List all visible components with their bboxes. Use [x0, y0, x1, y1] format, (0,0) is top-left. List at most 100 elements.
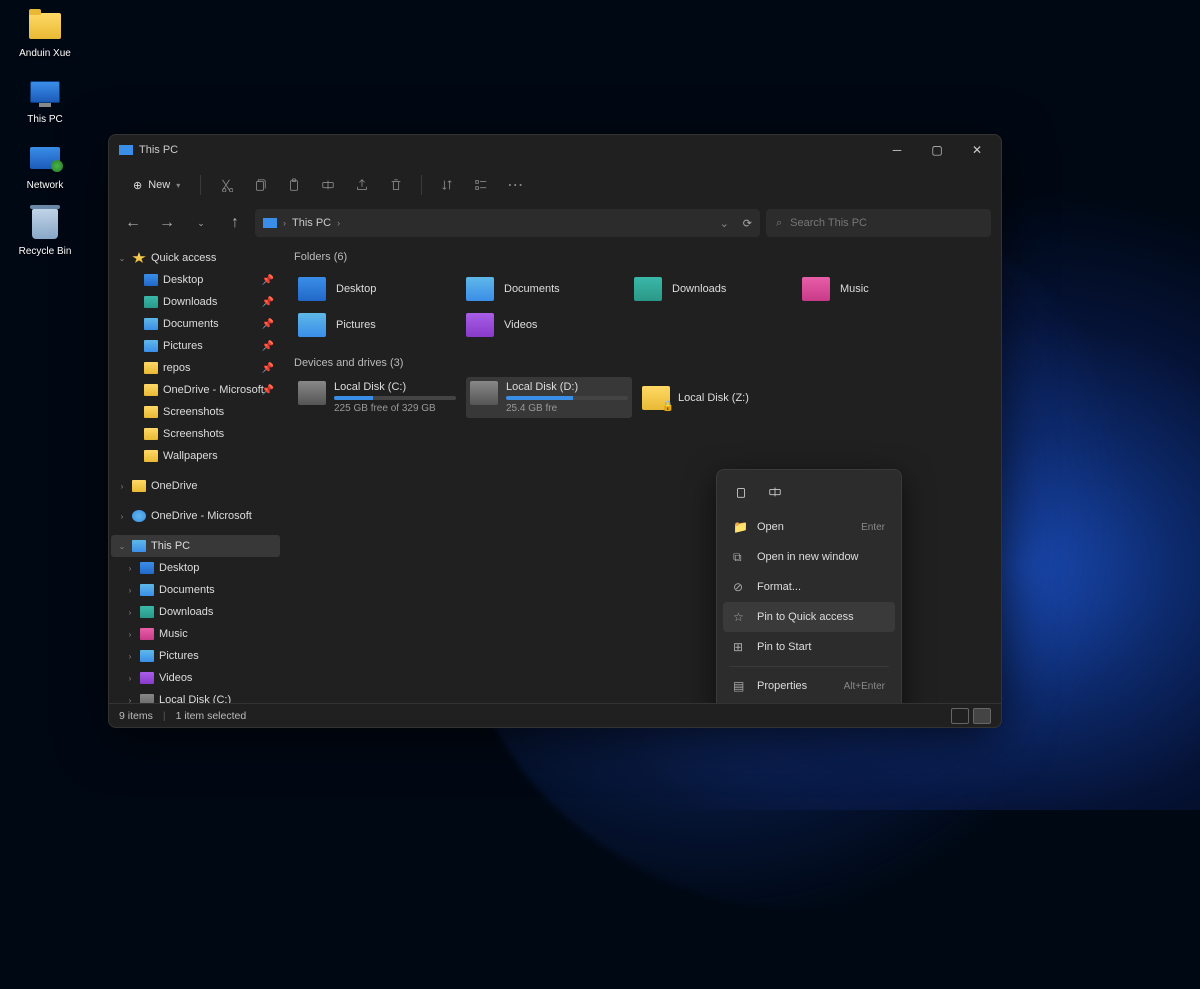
shortcut: Alt+Enter	[844, 681, 885, 692]
sidebar-item[interactable]: ›Documents	[111, 579, 280, 601]
context-menu-item[interactable]: ⧉Open in new window	[723, 542, 895, 572]
sidebar-label: Downloads	[159, 606, 213, 618]
context-menu-item[interactable]: ⊞Pin to Start	[723, 632, 895, 662]
up-button[interactable]: ↑	[221, 209, 249, 237]
view-button[interactable]	[466, 170, 496, 200]
expand-icon[interactable]: ›	[125, 608, 135, 617]
expand-icon[interactable]: ›	[125, 564, 135, 573]
breadcrumb[interactable]: This PC	[292, 217, 331, 229]
paste-button[interactable]	[279, 170, 309, 200]
network-icon	[27, 140, 63, 176]
sidebar-item[interactable]: Documents📌	[111, 313, 280, 335]
rename-button[interactable]	[313, 170, 343, 200]
chevron-icon: ›	[337, 218, 340, 228]
drive-item[interactable]: Local Disk (D:)25.4 GB fre	[466, 377, 632, 418]
drive-free: 225 GB free of 329 GB	[334, 403, 456, 414]
drive-name: Local Disk (Z:)	[678, 392, 749, 404]
folder-item[interactable]: Videos	[462, 307, 630, 343]
expand-icon[interactable]: ›	[125, 652, 135, 661]
chevron-down-icon[interactable]: ⌄	[720, 217, 729, 230]
down-icon	[634, 277, 662, 301]
folders-grid: Desktop Documents Downloads Music PicturesVi…	[294, 271, 989, 343]
context-menu-item[interactable]: 📁OpenEnter	[723, 512, 895, 542]
minimize-button[interactable]: ─	[877, 135, 917, 165]
recent-button[interactable]: ⌄	[187, 209, 215, 237]
sort-button[interactable]	[432, 170, 462, 200]
sidebar-item[interactable]: › Downloads	[111, 601, 280, 623]
forward-button[interactable]: →	[153, 209, 181, 237]
collapse-icon[interactable]: ⌄	[117, 542, 127, 551]
search-placeholder: Search This PC	[790, 217, 867, 229]
expand-icon[interactable]: ›	[117, 482, 127, 491]
back-button[interactable]: ←	[119, 209, 147, 237]
titlebar[interactable]: This PC ─ ▢ ✕	[109, 135, 1001, 165]
sidebar-item[interactable]: ›Pictures	[111, 645, 280, 667]
expand-icon[interactable]: ›	[125, 630, 135, 639]
folder-label: Downloads	[672, 283, 726, 295]
search-box[interactable]: ⌕ Search This PC	[766, 209, 991, 237]
desktop-icon-recycle-bin[interactable]: Recycle Bin	[10, 206, 80, 257]
cut-button[interactable]	[211, 170, 241, 200]
pc-icon	[119, 145, 133, 155]
sidebar-item[interactable]: ›Local Disk (C:)	[111, 689, 280, 703]
more-button[interactable]: ⋯	[500, 170, 530, 200]
sidebar-label: Quick access	[151, 252, 216, 264]
folder-item[interactable]: Downloads	[630, 271, 798, 307]
address-bar[interactable]: › This PC › ⌄ ⟳	[255, 209, 760, 237]
sidebar-item[interactable]: Pictures📌	[111, 335, 280, 357]
sidebar-item[interactable]: repos📌	[111, 357, 280, 379]
context-menu-item[interactable]: ☆Pin to Quick access	[723, 602, 895, 632]
collapse-icon[interactable]: ⌄	[117, 254, 127, 263]
folder-label: Desktop	[336, 283, 376, 295]
details-view-button[interactable]	[951, 708, 969, 724]
sidebar-item[interactable]: Downloads📌	[111, 291, 280, 313]
sidebar-item[interactable]: Screenshots	[111, 423, 280, 445]
sidebar-item[interactable]: ›Videos	[111, 667, 280, 689]
sidebar-onedrive[interactable]: › OneDrive	[111, 475, 280, 497]
folders-group-header[interactable]: Folders (6)	[294, 251, 989, 263]
refresh-button[interactable]: ⟳	[743, 217, 752, 230]
desktop-icon-this-pc[interactable]: This PC	[10, 74, 80, 125]
cloud-icon	[132, 510, 146, 522]
sidebar-item[interactable]: OneDrive - Microsoft📌	[111, 379, 280, 401]
context-menu-item[interactable]: ▤PropertiesAlt+Enter	[723, 671, 895, 701]
drives-list: Local Disk (C:)225 GB free of 329 GBLoca…	[294, 377, 989, 418]
expand-icon[interactable]: ›	[125, 586, 135, 595]
sidebar-item[interactable]: Wallpapers	[111, 445, 280, 467]
expand-icon[interactable]: ›	[125, 674, 135, 683]
delete-button[interactable]	[381, 170, 411, 200]
drive-item[interactable]: Local Disk (Z:)	[638, 377, 804, 418]
rename-button[interactable]	[763, 480, 787, 504]
sidebar-item[interactable]: › Music	[111, 623, 280, 645]
sidebar-item[interactable]: ›Desktop	[111, 557, 280, 579]
desktop-icon-network[interactable]: Network	[10, 140, 80, 191]
folder-icon	[27, 8, 63, 44]
sidebar-quick-access[interactable]: ⌄ Quick access	[111, 247, 280, 269]
sidebar-onedrive-microsoft[interactable]: › OneDrive - Microsoft	[111, 505, 280, 527]
folder-label: Music	[840, 283, 869, 295]
folder-item[interactable]: Desktop	[294, 271, 462, 307]
drives-group-header[interactable]: Devices and drives (3)	[294, 357, 989, 369]
tiles-view-button[interactable]	[973, 708, 991, 724]
sidebar-this-pc[interactable]: ⌄ This PC	[111, 535, 280, 557]
sidebar-item[interactable]: Screenshots	[111, 401, 280, 423]
share-button[interactable]	[347, 170, 377, 200]
context-menu-item[interactable]: ⊘Format...	[723, 572, 895, 602]
copy-button[interactable]	[729, 480, 753, 504]
expand-icon[interactable]: ›	[117, 512, 127, 521]
folder-item[interactable]: Documents	[462, 271, 630, 307]
context-menu: 📁OpenEnter⧉Open in new window⊘Format...☆…	[716, 469, 902, 703]
close-button[interactable]: ✕	[957, 135, 997, 165]
vid-icon	[140, 672, 154, 684]
maximize-button[interactable]: ▢	[917, 135, 957, 165]
window-title: This PC	[139, 144, 877, 156]
drive-item[interactable]: Local Disk (C:)225 GB free of 329 GB	[294, 377, 460, 418]
new-button[interactable]: ⊕ New ▾	[123, 175, 190, 196]
desktop-icon-user-folder[interactable]: Anduin Xue	[10, 8, 80, 59]
sidebar-item[interactable]: Desktop📌	[111, 269, 280, 291]
folder-item[interactable]: Pictures	[294, 307, 462, 343]
folder-item[interactable]: Music	[798, 271, 966, 307]
copy-button[interactable]	[245, 170, 275, 200]
expand-icon[interactable]: ›	[125, 696, 135, 704]
sidebar-label: Music	[159, 628, 188, 640]
